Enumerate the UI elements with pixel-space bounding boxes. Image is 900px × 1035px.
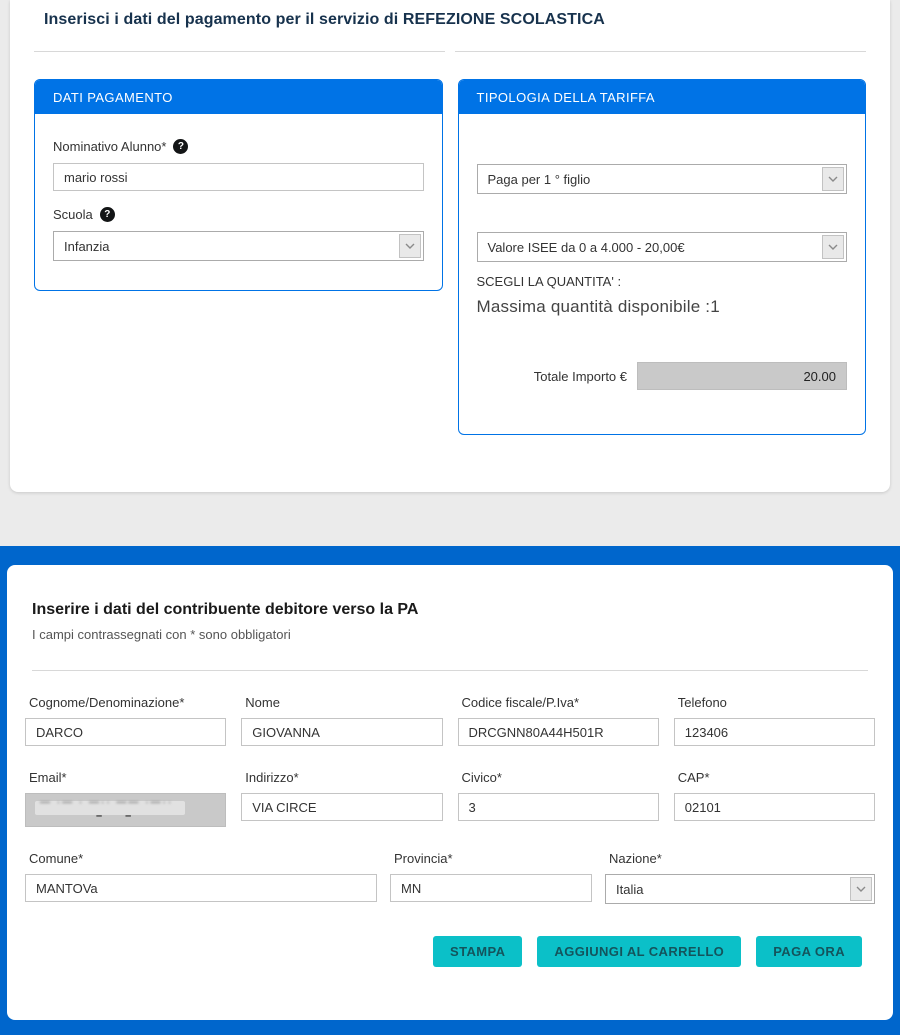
provincia-label: Provincia* (390, 851, 592, 866)
stampa-button[interactable]: STAMPA (433, 936, 522, 967)
paga-ora-button[interactable]: PAGA ORA (756, 936, 862, 967)
debtor-card: Inserire i dati del contribuente debitor… (7, 565, 893, 1020)
payment-entry-card: Inserisci i dati del pagamento per il se… (10, 0, 890, 492)
cognome-input[interactable] (25, 718, 226, 746)
help-question-icon[interactable]: ? (173, 139, 188, 154)
divider (34, 51, 866, 52)
codice-fiscale-label: Codice fiscale/P.Iva* (458, 695, 659, 710)
codice-fiscale-input[interactable] (458, 718, 659, 746)
divider (32, 670, 868, 671)
aggiungi-al-carrello-button[interactable]: AGGIUNGI AL CARRELLO (537, 936, 741, 967)
chevron-down-icon (822, 235, 844, 259)
totale-importo-label: Totale Importo € (534, 369, 627, 384)
comune-label: Comune* (25, 851, 377, 866)
indirizzo-input[interactable] (241, 793, 442, 821)
scuola-select[interactable]: Infanzia (53, 231, 424, 261)
chevron-down-icon (399, 234, 421, 258)
chevron-down-icon (822, 167, 844, 191)
debtor-section: Inserire i dati del contribuente debitor… (0, 546, 900, 1035)
cap-label: CAP* (674, 770, 875, 785)
cap-input[interactable] (674, 793, 875, 821)
nome-input[interactable] (241, 718, 442, 746)
tipologia-tariffa-panel: TIPOLOGIA DELLA TARIFFA Paga per 1 ° fig… (458, 79, 867, 435)
dati-pagamento-panel: DATI PAGAMENTO Nominativo Alunno* ? Scuo… (34, 79, 443, 291)
tipologia-tariffa-header: TIPOLOGIA DELLA TARIFFA (459, 80, 866, 114)
comune-input[interactable] (25, 874, 377, 902)
dati-pagamento-header: DATI PAGAMENTO (35, 80, 442, 114)
telefono-input[interactable] (674, 718, 875, 746)
massima-quantita-text: Massima quantità disponibile :1 (477, 297, 848, 317)
debtor-subtitle: I campi contrassegnati con * sono obblig… (25, 627, 875, 642)
cognome-label: Cognome/Denominazione* (25, 695, 226, 710)
totale-importo-value: 20.00 (637, 362, 847, 390)
page-title: Inserisci i dati del pagamento per il se… (34, 9, 866, 29)
valore-isee-select[interactable]: Valore ISEE da 0 a 4.000 - 20,00€ (477, 232, 848, 262)
debtor-title: Inserire i dati del contribuente debitor… (25, 601, 875, 619)
indirizzo-label: Indirizzo* (241, 770, 442, 785)
chevron-down-icon (850, 877, 872, 901)
nominativo-alunno-input[interactable] (53, 163, 424, 191)
scegli-quantita-heading: SCEGLI LA QUANTITA' : (477, 274, 848, 289)
telefono-label: Telefono (674, 695, 875, 710)
scuola-label: Scuola ? (53, 207, 424, 222)
nazione-select[interactable]: Italia (605, 874, 875, 904)
nome-label: Nome (241, 695, 442, 710)
email-label: Email* (25, 770, 226, 785)
nazione-label: Nazione* (605, 851, 875, 866)
civico-input[interactable] (458, 793, 659, 821)
civico-label: Civico* (458, 770, 659, 785)
nominativo-alunno-label: Nominativo Alunno* ? (53, 139, 424, 154)
provincia-input[interactable] (390, 874, 592, 902)
email-input-redacted: — ·— · —·· —— ·—·· – – (25, 793, 226, 827)
help-question-icon[interactable]: ? (100, 207, 115, 222)
figlio-select[interactable]: Paga per 1 ° figlio (477, 164, 848, 194)
